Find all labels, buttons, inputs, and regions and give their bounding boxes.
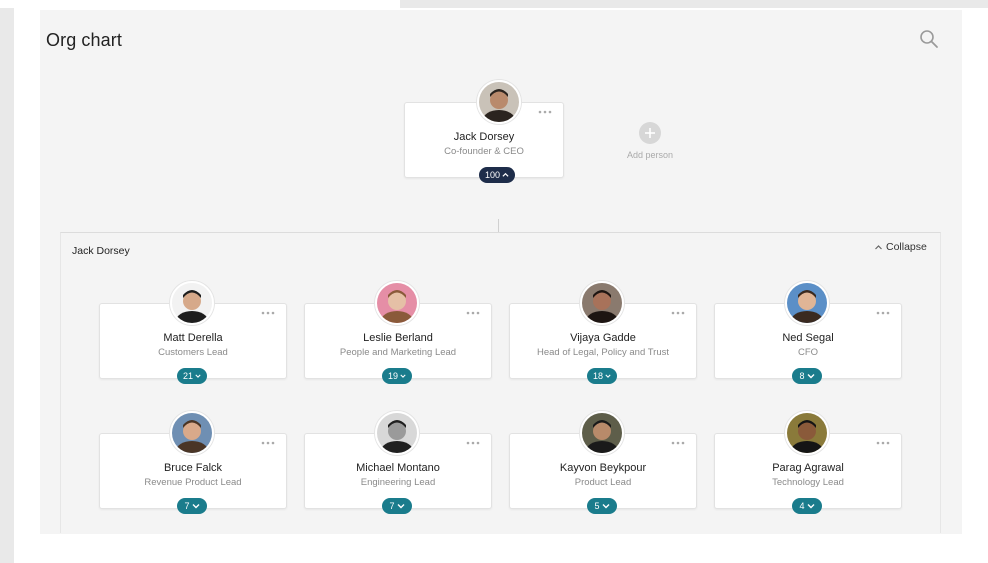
person-role: Technology Lead	[772, 477, 844, 488]
chevron-up-icon	[875, 244, 882, 249]
chevron-down-icon	[807, 374, 814, 379]
chevron-down-icon	[807, 504, 814, 509]
avatar	[477, 80, 521, 124]
reports-count-toggle[interactable]: 8	[792, 368, 822, 384]
person-role: CFO	[797, 347, 819, 358]
avatar	[170, 411, 214, 455]
connector-line	[498, 219, 499, 233]
reports-count-toggle[interactable]: 7	[382, 498, 412, 514]
add-person-button[interactable]: Add person	[620, 122, 680, 160]
page-title: Org chart	[46, 30, 122, 50]
collapse-button[interactable]: Collapse	[874, 241, 927, 253]
chevron-down-icon	[195, 374, 201, 378]
more-options-icon[interactable]	[875, 440, 891, 446]
reports-count: 4	[799, 501, 805, 511]
person-role: Product Lead	[574, 477, 632, 488]
avatar	[785, 281, 829, 325]
person-name: Matt Derella	[163, 332, 223, 344]
avatar	[580, 281, 624, 325]
collapse-label: Collapse	[886, 241, 927, 253]
reports-count: 7	[184, 501, 190, 511]
search-icon[interactable]	[918, 28, 940, 50]
reports-count: 19	[388, 371, 399, 381]
reports-count: 8	[799, 371, 805, 381]
person-name: Leslie Berland	[363, 332, 433, 344]
avatar	[580, 411, 624, 455]
avatar	[375, 281, 419, 325]
chevron-down-icon	[400, 374, 406, 378]
person-name: Michael Montano	[356, 462, 440, 474]
reports-count-toggle[interactable]: 100	[479, 167, 515, 183]
reports-count-toggle[interactable]: 7	[177, 498, 207, 514]
reports-count-toggle[interactable]: 21	[177, 368, 207, 384]
more-options-icon[interactable]	[465, 440, 481, 446]
person-role: Co-founder & CEO	[444, 146, 524, 157]
chevron-down-icon	[397, 504, 404, 509]
reports-count-toggle[interactable]: 18	[587, 368, 617, 384]
chevron-down-icon	[605, 374, 611, 378]
chevron-down-icon	[602, 504, 609, 509]
reports-count-toggle[interactable]: 5	[587, 498, 617, 514]
avatar	[785, 411, 829, 455]
avatar	[170, 281, 214, 325]
chevron-down-icon	[192, 504, 199, 509]
reports-count: 18	[593, 371, 604, 381]
add-person-label: Add person	[626, 150, 674, 160]
more-options-icon[interactable]	[537, 109, 553, 115]
person-name: Jack Dorsey	[453, 131, 515, 143]
more-options-icon[interactable]	[465, 310, 481, 316]
avatar	[375, 411, 419, 455]
person-name: Bruce Falck	[163, 462, 223, 474]
chevron-up-icon	[502, 172, 509, 177]
more-options-icon[interactable]	[875, 310, 891, 316]
more-options-icon[interactable]	[670, 440, 686, 446]
person-role: Revenue Product Lead	[144, 477, 242, 488]
reports-count-toggle[interactable]: 19	[382, 368, 412, 384]
person-name: Kayvon Beykpour	[559, 462, 647, 474]
reports-count: 7	[389, 501, 395, 511]
reports-count: 21	[183, 371, 194, 381]
add-icon	[639, 122, 661, 144]
person-name: Parag Agrawal	[772, 462, 844, 474]
top-strip	[0, 0, 400, 8]
person-role: Customers Lead	[158, 347, 228, 358]
person-role: People and Marketing Lead	[339, 347, 457, 358]
group-title: Jack Dorsey	[72, 245, 130, 257]
reports-count-toggle[interactable]: 4	[792, 498, 822, 514]
person-name: Ned Segal	[782, 332, 834, 344]
more-options-icon[interactable]	[670, 310, 686, 316]
person-name: Vijaya Gadde	[570, 332, 636, 344]
reports-count: 5	[594, 501, 600, 511]
person-role: Engineering Lead	[360, 477, 436, 488]
reports-count: 100	[485, 170, 501, 180]
more-options-icon[interactable]	[260, 310, 276, 316]
person-role: Head of Legal, Policy and Trust	[536, 347, 670, 358]
more-options-icon[interactable]	[260, 440, 276, 446]
